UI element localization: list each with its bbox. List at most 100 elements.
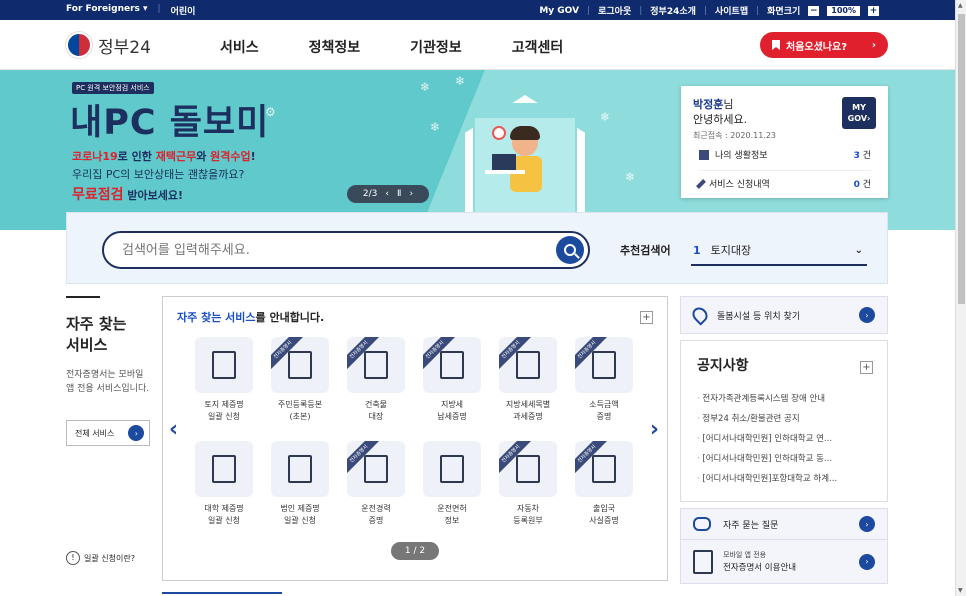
bulk-apply-help-link[interactable]: ! 일괄 신청이란? [66,551,135,565]
recommended-rank: 1 [693,243,701,257]
divider: | [157,4,161,14]
logout-link[interactable]: 로그아웃 [598,4,631,17]
service-document-icon [440,351,464,379]
banner-line-2: 우리집 PC의 보안상태는 괜찮을까요? [72,168,245,181]
nav-agency[interactable]: 기관정보 [410,37,462,57]
service-tile: 전자증명서 [575,441,633,497]
service-label: 운전경력 증명 [361,504,391,525]
sitemap-link[interactable]: 사이트맵 [715,4,748,17]
frequent-services-intro: 자주 찾는 서비스 전자증명서는 모바일 앱 전용 서비스입니다. 전체 서비스 … [66,296,152,446]
all-services-label: 전체 서비스 [75,428,115,438]
kids-link[interactable]: 어린이 [171,4,196,17]
services-next-button[interactable]: › [650,417,659,442]
notice-item[interactable]: 정부24 취소/환불관련 공지 [697,409,871,429]
more-button[interactable]: + [640,311,653,324]
service-history-count: 0 건 [853,180,871,190]
nav-services[interactable]: 서비스 [220,37,259,57]
service-label: 출입국 사실증명 [589,504,619,525]
nav-support[interactable]: 고객센터 [512,37,564,57]
search-icon [564,244,576,256]
service-document-icon [364,351,388,379]
laptop-illustration [492,154,516,170]
banner-prev-button[interactable]: ‹ [385,189,389,199]
scrollbar-thumb[interactable] [958,14,965,304]
service-tile: 전자증명서 [499,337,557,393]
service-item[interactable]: 대학 제증명 일괄 신청 [189,441,259,527]
notice-item[interactable]: [어디서나대학민원] 인하대학교 동... [697,449,871,469]
nav-policy[interactable]: 정책정보 [309,37,361,57]
service-item[interactable]: 전자증명서출입국 사실증명 [569,441,639,527]
zoom-out-button[interactable]: − [808,5,820,16]
bookmark-icon [699,149,709,160]
faq-link[interactable]: 자주 묻는 질문 › [680,508,888,540]
life-info-label: 나의 생활정보 [715,151,768,161]
notice-more-button[interactable]: + [860,361,873,374]
for-foreigners-link[interactable]: For Foreigners ▾ [66,4,148,17]
care-facility-label: 돌봄시설 등 위치 찾기 [717,311,801,322]
scrollbar[interactable]: ▲ ▼ [955,0,966,596]
service-item[interactable]: 전자증명서 건축물 대장 [341,337,411,423]
snowflake-icon: ❄ [625,170,636,184]
banner-next-button[interactable]: › [409,189,413,199]
zoom-level: 100% [827,5,860,16]
main-header: 정부24 서비스 정책정보 기관정보 고객센터 처음오셨나요? › [0,20,955,70]
service-item[interactable]: 전자증명서 주민등록등본 (초본) [265,337,335,423]
service-item[interactable]: 토지 제증명 일괄 신청 [189,337,259,423]
section-description: 전자증명서는 모바일 앱 전용 서비스입니다. [66,370,150,394]
notice-item[interactable]: [어디서나대학민원]포항대학교 하계... [697,469,871,489]
service-item[interactable]: 법인 제증명 일괄 신청 [265,441,335,527]
notice-item[interactable]: [어디서나대학민원] 인하대학교 연... [697,429,871,449]
service-tile [423,441,481,497]
banner-pause-button[interactable]: Ⅱ [397,189,401,199]
section-title: 자주 찾는 서비스 [66,315,127,354]
zoom-in-button[interactable]: + [868,5,879,16]
service-history-row[interactable]: 서비스 신청내역 0 건 [696,170,871,190]
chevron-down-icon: ⌄ [854,244,863,256]
banner-line-3: 무료점검 받아보세요! [72,187,183,203]
service-item[interactable]: 전자증명서 지방세 납세증명 [417,337,487,423]
banner-page-indicator: 2/3 [362,189,378,199]
person-hair-illustration [510,126,540,140]
service-tile: 전자증명서 [347,441,405,497]
banner-headline: 내PC 돌보미 [70,103,270,143]
gov24-logo[interactable]: 정부24 [66,32,151,58]
search-input[interactable] [122,241,542,259]
service-item[interactable]: 전자증명서 소득금액 증명 [569,337,639,423]
service-item[interactable]: 운전면허 정보 [417,441,487,527]
service-document-icon [516,351,540,379]
chevron-right-icon: › [859,307,875,323]
care-facility-finder-link[interactable]: 돌봄시설 등 위치 찾기 › [680,296,888,334]
life-info-row[interactable]: 나의 생활정보 3 건 [699,148,871,161]
scroll-down-icon[interactable]: ▼ [958,587,963,594]
service-item[interactable]: 전자증명서운전경력 증명 [341,441,411,527]
recommended-label: 추천검색어 [620,244,671,257]
intro-link[interactable]: 정부24소개 [650,4,696,17]
first-visit-button[interactable]: 처음오셨나요? › [760,32,888,58]
chat-bubble-icon [693,517,711,531]
mobile-certificate-guide-link[interactable]: 모바일 앱 전용 전자증명서 이용안내 › [680,540,888,584]
mygov-button[interactable]: MY GOV› [842,97,876,129]
divider: | [703,5,707,16]
divider: | [756,5,760,16]
scroll-up-icon[interactable]: ▲ [958,2,963,9]
mygov-link[interactable]: My GOV [539,6,579,16]
service-label: 운전면허 정보 [437,504,467,525]
service-item[interactable]: 전자증명서 지방세세목별 과세증명 [493,337,563,423]
service-document-icon [212,455,236,483]
notice-box: 공지사항 + 전자가족관계등록시스템 장애 안내 정부24 취소/환불관련 공지… [680,340,888,502]
desk-illustration [485,170,525,174]
notice-item[interactable]: 전자가족관계등록시스템 장애 안내 [697,389,871,409]
search-button[interactable] [556,236,584,264]
banner-line-1: 코로나19로 인한 재택근무와 원격수업! [72,150,256,163]
mobile-guide-text: 모바일 앱 전용 전자증명서 이용안내 [723,550,797,573]
recommended-select[interactable]: 1 토지대장 ⌄ [691,236,867,266]
search-area: 추천검색어 1 토지대장 ⌄ [66,212,888,284]
all-services-button[interactable]: 전체 서비스 › [66,420,150,446]
user-info-card: 박정훈님 안녕하세요. 최근접속 : 2020.11.23 MY GOV› 나의 … [681,86,888,198]
frequent-services-panel: 자주 찾는 서비스를 안내합니다. + ‹ › 토지 제증명 일괄 신청 전자증명서… [162,296,668,581]
services-prev-button[interactable]: ‹ [169,417,178,442]
service-item[interactable]: 전자증명서 자동차 등록원부 [493,441,563,527]
service-label: 법인 제증명 일괄 신청 [280,504,320,525]
user-name: 박정훈님 [693,98,734,111]
service-tile: 전자증명서 [575,337,633,393]
